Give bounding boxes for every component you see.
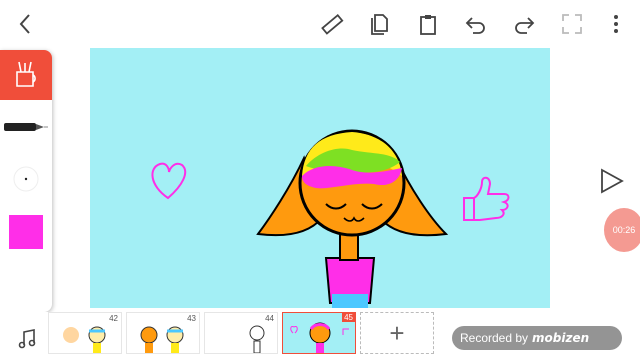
paste-icon[interactable] — [414, 10, 442, 38]
character-drawing — [256, 129, 449, 308]
more-icon[interactable] — [602, 10, 630, 38]
recording-time: 00:26 — [612, 225, 636, 235]
fullscreen-icon[interactable] — [558, 10, 586, 38]
tool-sidebar — [0, 50, 52, 312]
frame-thumb[interactable]: 43 — [126, 312, 200, 354]
undo-icon[interactable] — [462, 10, 490, 38]
watermark-label: Recorded by — [460, 331, 529, 345]
recording-badge: 00:26 — [604, 208, 640, 252]
ruler-icon[interactable] — [318, 10, 346, 38]
thumbs-up-drawing — [463, 176, 510, 221]
play-icon[interactable] — [598, 168, 626, 194]
brush-icon[interactable] — [4, 116, 48, 138]
music-icon[interactable] — [16, 328, 38, 350]
heart-drawing — [151, 162, 187, 200]
top-toolbar — [0, 0, 640, 48]
frame-number: 42 — [109, 314, 118, 323]
drawing-canvas[interactable] — [90, 48, 550, 308]
dot-icon[interactable] — [4, 166, 48, 192]
add-frame-button[interactable]: + — [360, 312, 434, 354]
frame-number: 44 — [265, 314, 274, 323]
frame-number: 43 — [187, 314, 196, 323]
frame-number: 45 — [342, 313, 355, 322]
redo-icon[interactable] — [510, 10, 538, 38]
back-icon[interactable] — [12, 10, 40, 38]
color-swatch[interactable] — [9, 215, 43, 249]
pen-cup-icon[interactable] — [0, 50, 52, 100]
copy-icon[interactable] — [366, 10, 394, 38]
watermark-brand: mobizen — [532, 331, 590, 345]
frame-thumb[interactable]: 44 — [204, 312, 278, 354]
recorder-watermark: Recorded by mobizen — [452, 326, 622, 350]
frame-thumb[interactable]: 42 — [48, 312, 122, 354]
frame-thumb-selected[interactable]: 45 — [282, 312, 356, 354]
